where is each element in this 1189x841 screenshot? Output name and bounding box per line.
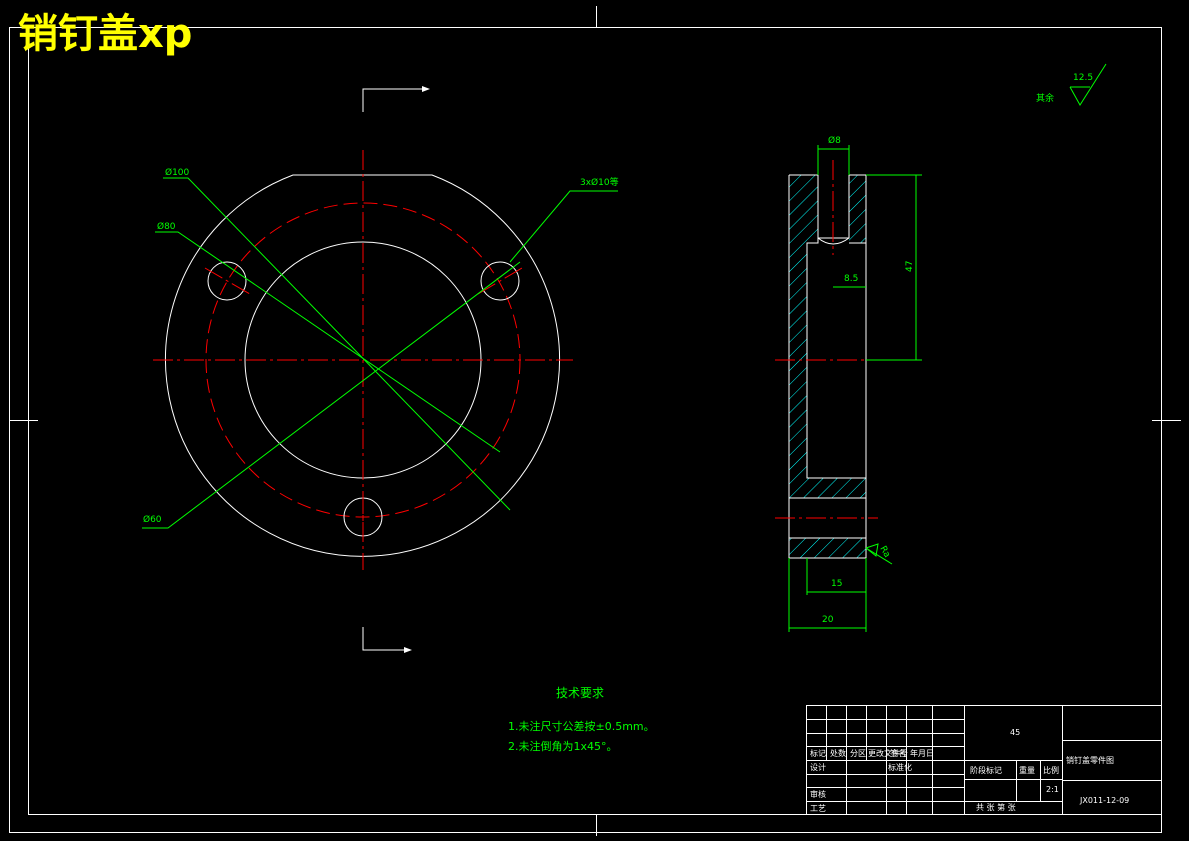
row-label-sign: 签名 <box>890 748 906 758</box>
row-label-zone: 分区 <box>850 749 866 758</box>
h47-label: 47 <box>905 261 915 272</box>
section-arrow-top <box>422 86 430 92</box>
roughness-label: 其余 <box>1036 92 1054 104</box>
ratio-label: 比例 <box>1043 765 1059 775</box>
drawing-frame <box>9 6 1181 836</box>
checker-label: 审核 <box>810 789 826 799</box>
w8-5-label: 8.5 <box>844 274 858 284</box>
front-view: Ø100 Ø80 Ø60 3xØ10等 <box>142 86 619 653</box>
w15-label: 15 <box>831 579 842 589</box>
tech-heading: 技术要求 <box>556 686 605 700</box>
front-centerlines <box>153 150 573 570</box>
part-name: 销钉盖零件图 <box>1066 755 1114 765</box>
row-label-count: 处数 <box>830 748 846 758</box>
weight-label: 重量 <box>1019 765 1035 775</box>
stage-label: 阶段标记 <box>970 765 1002 775</box>
d8-label: Ø8 <box>828 135 841 146</box>
d60-leader <box>142 261 521 529</box>
drawing-title: 销钉盖xp <box>18 11 193 57</box>
drawing-canvas: Ø100 Ø80 Ø60 3xØ10等 Ø8 47 8.5 15 20 Ra 1… <box>9 6 1181 836</box>
chamfer-label: Ra <box>877 545 891 560</box>
drawing-number: JX011-12-09 <box>1079 796 1129 805</box>
tech-item-2: 2.未注倒角为1x45°。 <box>508 740 618 753</box>
designer-label: 设计 <box>810 762 826 772</box>
w20-label: 20 <box>822 615 834 625</box>
outer-frame <box>9 27 1162 833</box>
hatch-top-right <box>849 175 866 243</box>
roughness-symbol: 12.5 其余 <box>1036 63 1107 106</box>
material-value: 45 <box>1010 728 1020 737</box>
holes-leader <box>509 190 618 263</box>
d100-leader <box>163 177 511 511</box>
sheet-label: 共 张 第 张 <box>976 802 1016 812</box>
section-arrow-bottom <box>404 647 412 653</box>
d100-label: Ø100 <box>165 167 190 178</box>
row-label-date: 年月日 <box>910 748 934 758</box>
row-label-mark: 标记 <box>810 748 826 758</box>
holes-label: 3xØ10等 <box>580 176 619 188</box>
hatch-flange-upper <box>789 478 866 498</box>
scale-value: 2:1 <box>1046 785 1059 794</box>
d60-label: Ø60 <box>143 514 162 525</box>
standard-label: 标准化 <box>888 762 912 772</box>
section-markers <box>362 88 428 651</box>
roughness-value: 12.5 <box>1073 73 1093 83</box>
d80-label: Ø80 <box>157 221 176 232</box>
hatch-top-left <box>789 175 818 243</box>
process-label: 工艺 <box>810 804 826 813</box>
section-view: Ø8 47 8.5 15 20 Ra <box>775 135 922 632</box>
roughness-mark <box>1069 63 1107 106</box>
tech-item-1: 1.未注尺寸公差按±0.5mm。 <box>508 720 655 733</box>
hatch-flange-lower <box>789 538 866 558</box>
